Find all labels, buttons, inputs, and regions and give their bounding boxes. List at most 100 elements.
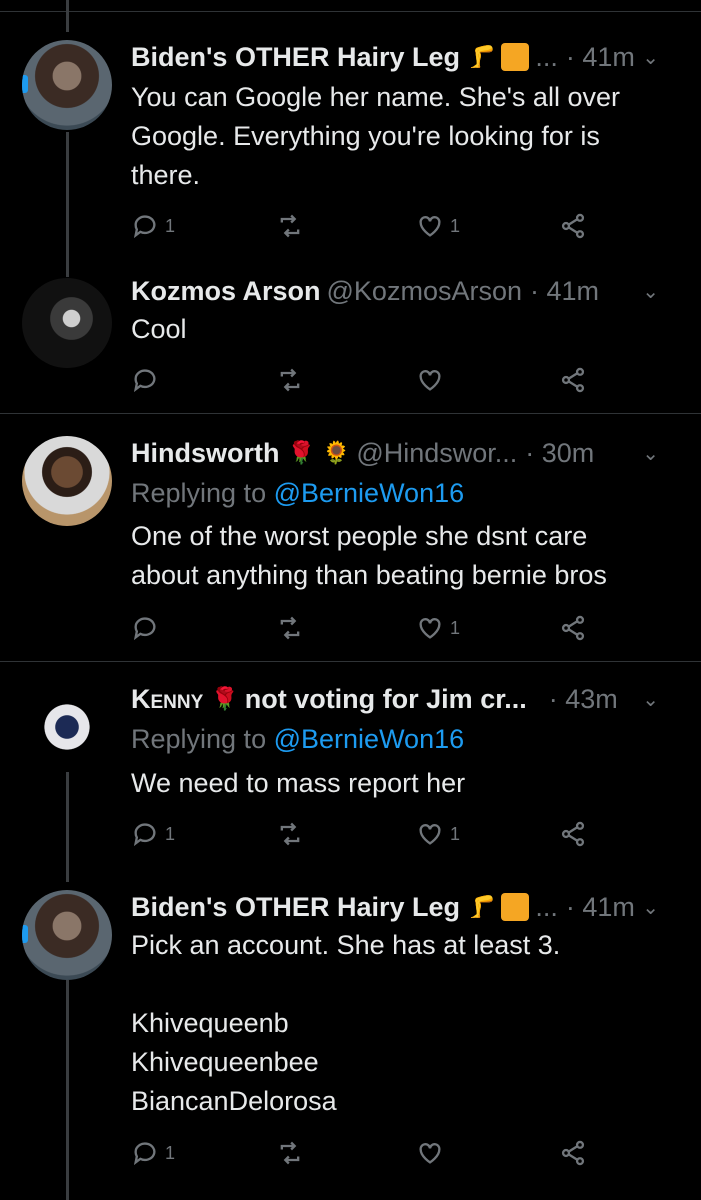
construction-worker-emoji-icon <box>501 43 530 71</box>
rose-emoji-icon: 🌹 <box>211 686 239 711</box>
tweet[interactable]: Biden's OTHER Hairy Leg 🦵 ... · 41m ⌄ Pi… <box>0 870 701 1200</box>
reply-icon <box>133 369 156 393</box>
replying-to-label: Replying to <box>131 478 267 508</box>
tweet-actions: 1 <box>131 1138 591 1168</box>
chevron-down-icon[interactable]: ⌄ <box>642 279 659 304</box>
tweet-text: Cool <box>131 314 187 344</box>
replying-to: Replying to @BernieWon16 <box>131 478 464 509</box>
reply-button[interactable]: 1 <box>131 820 175 848</box>
tweet-actions: 1 1 <box>131 211 591 241</box>
rose-emoji-icon: 🌹 <box>287 440 315 465</box>
like-count: 1 <box>450 617 461 638</box>
display-name[interactable]: Biden's OTHER Hairy Leg <box>131 42 460 73</box>
handle[interactable]: ... <box>535 892 558 923</box>
display-name-suffix[interactable]: not voting for Jim cr... <box>245 684 527 715</box>
reply-count: 1 <box>165 1142 176 1163</box>
retweet-button[interactable] <box>276 366 304 394</box>
tweet-actions: 1 1 <box>131 819 591 849</box>
handle[interactable]: @KozmosArson <box>327 276 522 307</box>
reply-button[interactable] <box>131 614 165 642</box>
tweet-header: Biden's OTHER Hairy Leg 🦵 ... · 41m ⌄ <box>131 38 681 76</box>
reply-icon <box>133 1142 156 1166</box>
reply-icon <box>133 215 156 239</box>
share-button[interactable] <box>559 820 587 848</box>
reply-button[interactable]: 1 <box>131 1139 175 1167</box>
chevron-down-icon[interactable]: ⌄ <box>642 441 659 466</box>
tweet-text: One of the worst people she dsnt care ab… <box>131 521 607 590</box>
leg-emoji-icon: 🦵 <box>467 894 496 919</box>
share-button[interactable] <box>559 366 587 394</box>
share-icon <box>561 367 585 393</box>
retweet-button[interactable] <box>276 820 304 848</box>
like-count: 1 <box>450 215 461 236</box>
heart-icon <box>419 1143 441 1164</box>
heart-icon <box>419 370 441 391</box>
share-icon <box>561 1140 585 1166</box>
tweet-header: Hindsworth 🌹 🌻 @Hindswor... · 30m ⌄ <box>131 434 681 472</box>
tweet-header: Kenny 🌹 not voting for Jim cr... · 43m ⌄ <box>131 680 681 718</box>
heart-icon <box>419 216 441 237</box>
leg-emoji-icon: 🦵 <box>467 44 496 69</box>
timestamp[interactable]: · 41m <box>566 42 635 73</box>
avatar[interactable] <box>22 890 112 980</box>
sunflower-emoji-icon: 🌻 <box>322 440 351 465</box>
timestamp[interactable]: · 41m <box>530 276 599 307</box>
tweet-actions: 1 <box>131 613 591 643</box>
handle[interactable]: ... <box>535 42 558 73</box>
like-button[interactable]: 1 <box>416 212 460 240</box>
reply-count: 1 <box>165 823 176 844</box>
avatar[interactable] <box>22 436 112 526</box>
blue-marker-icon <box>22 925 28 943</box>
retweet-icon <box>280 822 300 846</box>
chevron-down-icon[interactable]: ⌄ <box>642 687 659 712</box>
heart-icon <box>419 618 441 639</box>
share-button[interactable] <box>559 212 587 240</box>
reply-icon <box>133 823 156 847</box>
tweet[interactable]: Hindsworth 🌹 🌻 @Hindswor... · 30m ⌄ Repl… <box>0 414 701 660</box>
reply-icon <box>133 617 156 641</box>
retweet-button[interactable] <box>276 614 304 642</box>
share-icon <box>561 821 585 847</box>
share-icon <box>561 213 585 239</box>
display-name[interactable]: Hindsworth <box>131 438 280 469</box>
like-button[interactable]: 1 <box>416 614 460 642</box>
avatar[interactable] <box>22 278 112 368</box>
tweet[interactable]: Biden's OTHER Hairy Leg 🦵 ... · 41m ⌄ Yo… <box>0 0 701 270</box>
display-name[interactable]: Kozmos Arson <box>131 276 321 307</box>
reply-button[interactable] <box>131 366 165 394</box>
retweet-button[interactable] <box>276 1139 304 1167</box>
like-button[interactable] <box>416 366 450 394</box>
chevron-down-icon[interactable]: ⌄ <box>642 45 659 70</box>
share-icon <box>561 615 585 641</box>
tweet[interactable]: Kenny 🌹 not voting for Jim cr... · 43m ⌄… <box>0 662 701 870</box>
tweet[interactable]: Kozmos Arson @KozmosArson · 41m ⌄ Cool <box>0 270 701 413</box>
tweet-actions <box>131 365 591 395</box>
share-button[interactable] <box>559 1139 587 1167</box>
reply-button[interactable]: 1 <box>131 212 175 240</box>
timestamp[interactable]: · 43m <box>549 684 618 715</box>
heart-icon <box>419 824 441 845</box>
timestamp[interactable]: · 30m <box>525 438 594 469</box>
retweet-button[interactable] <box>276 212 304 240</box>
construction-worker-emoji-icon <box>501 893 530 921</box>
like-button[interactable] <box>416 1139 450 1167</box>
display-name[interactable]: Biden's OTHER Hairy Leg <box>131 892 460 923</box>
like-button[interactable]: 1 <box>416 820 460 848</box>
avatar[interactable] <box>22 682 112 772</box>
tweet-text: We need to mass report her <box>131 768 466 798</box>
avatar[interactable] <box>22 40 112 130</box>
display-name[interactable]: Kenny <box>131 684 203 715</box>
chevron-down-icon[interactable]: ⌄ <box>642 895 659 920</box>
mention-link[interactable]: @BernieWon16 <box>274 478 465 508</box>
tweet-text: You can Google her name. She's all over … <box>131 82 620 190</box>
retweet-icon <box>280 1141 300 1165</box>
handle[interactable]: @Hindswor... <box>356 438 517 469</box>
tweet-header: Kozmos Arson @KozmosArson · 41m ⌄ <box>131 272 681 310</box>
retweet-icon <box>280 616 300 640</box>
timestamp[interactable]: · 41m <box>566 892 635 923</box>
share-button[interactable] <box>559 614 587 642</box>
blue-marker-icon <box>22 75 28 93</box>
mention-link[interactable]: @BernieWon16 <box>274 724 465 754</box>
replying-to-label: Replying to <box>131 724 267 754</box>
tweet-text: Pick an account. She has at least 3. Khi… <box>131 930 561 1116</box>
